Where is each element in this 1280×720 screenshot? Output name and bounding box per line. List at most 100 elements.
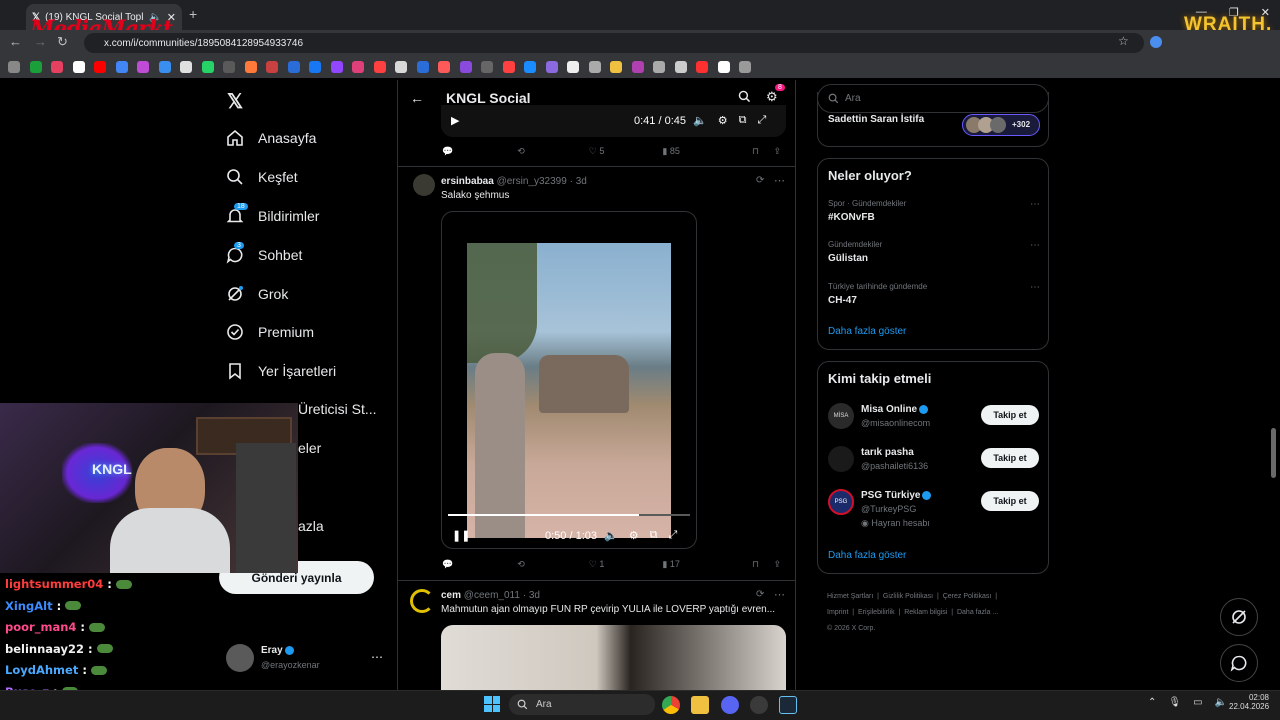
nav-home[interactable]: Anasayfa: [226, 129, 316, 147]
bookmark-favicon-icon[interactable]: [158, 61, 171, 73]
post3-media[interactable]: [441, 625, 786, 690]
bookmark-favicon-icon[interactable]: [567, 61, 579, 73]
system-tray[interactable]: ⌃ 🎙 ▭ 🔈: [1148, 697, 1227, 708]
bookmark-favicon-icon[interactable]: [631, 61, 644, 73]
clock[interactable]: 02:08 22.04.2026: [1229, 693, 1269, 711]
explorer-taskbar-icon[interactable]: [691, 696, 709, 714]
live-card[interactable]: Sadettin Saran İstifa +302: [817, 92, 1049, 147]
back-icon[interactable]: ←: [9, 34, 22, 49]
author-name[interactable]: ersinbabaa: [441, 176, 494, 187]
bookmark-favicon-icon[interactable]: [717, 61, 730, 73]
views-count[interactable]: ▮ 17: [662, 559, 679, 570]
bookmark-favicon-icon[interactable]: [244, 61, 257, 73]
bookmark-favicon-icon[interactable]: [115, 61, 128, 73]
messages-float-button[interactable]: [1220, 644, 1258, 682]
bookmark-favicon-icon[interactable]: [696, 61, 708, 73]
follow-suggestion[interactable]: tarık pasha @pashaileti6136 Takip et: [828, 445, 1040, 477]
video-controls[interactable]: 🔈 ⚙ ⧉ ⤢: [693, 114, 766, 127]
follow-suggestion[interactable]: MİSA Misa Online @misaonlinecom Takip et: [828, 402, 1040, 434]
share-icon[interactable]: ⇪: [773, 559, 781, 570]
popout-icon[interactable]: ⧉: [739, 114, 747, 127]
nav-creator-studio[interactable]: Üreticisi St...: [298, 401, 377, 417]
bookmark-favicon-icon[interactable]: [94, 61, 106, 73]
chevron-up-icon[interactable]: ⌃: [1148, 697, 1156, 708]
video-controls[interactable]: 🔈 ⚙ ⧉ ⤢: [604, 529, 677, 542]
nav-grok[interactable]: Grok: [226, 285, 288, 303]
nav-explore[interactable]: Keşfet: [226, 168, 298, 186]
footer-link[interactable]: Daha fazla ...: [957, 609, 998, 616]
more-icon[interactable]: ⋯: [1030, 199, 1040, 210]
show-more-trends-link[interactable]: Daha fazla göster: [828, 326, 906, 337]
settings-icon[interactable]: ⚙: [629, 529, 639, 542]
speaker-icon[interactable]: 🔈: [1215, 697, 1227, 708]
bookmark-favicon-icon[interactable]: [545, 61, 558, 73]
author-handle[interactable]: @ceem_011: [464, 590, 520, 601]
grok-post-icon[interactable]: ⟳: [756, 589, 764, 600]
bookmark-icon[interactable]: ⊓: [752, 559, 759, 570]
bookmark-favicon-icon[interactable]: [416, 61, 429, 73]
avatar[interactable]: [410, 589, 434, 613]
bookmark-favicon-icon[interactable]: [373, 61, 386, 73]
x-logo-icon[interactable]: 𝕏: [227, 89, 243, 114]
follow-suggestion[interactable]: PSG PSG Türkiye @TurkeyPSG ◉ Hayran hesa…: [828, 488, 1040, 532]
follow-button[interactable]: Takip et: [981, 491, 1039, 511]
trend-item[interactable]: Türkiye tarihinde gündemde CH-47 ⋯: [828, 282, 1040, 306]
url-field[interactable]: x.com/i/communities/1895084128954933746: [84, 33, 1144, 53]
reply-icon[interactable]: 💬: [442, 146, 453, 157]
bookmark-favicon-icon[interactable]: [502, 61, 515, 73]
bookmark-star-icon[interactable]: ☆: [1118, 34, 1129, 48]
video-progress-track[interactable]: [448, 514, 690, 516]
follow-button[interactable]: Takip et: [981, 448, 1039, 468]
grok-float-button[interactable]: [1220, 598, 1258, 636]
bookmark-favicon-icon[interactable]: [180, 61, 192, 73]
microphone-icon[interactable]: 🎙: [1168, 697, 1181, 708]
page-scrollbar[interactable]: [1271, 428, 1276, 478]
profile-switcher[interactable]: Eray @erayozkenar ⋯: [226, 644, 386, 674]
bookmark-favicon-icon[interactable]: [438, 61, 450, 73]
post2-video[interactable]: ❚❚ 0:50 / 1:03 🔈 ⚙ ⧉ ⤢: [441, 211, 697, 549]
reload-icon[interactable]: ↻: [57, 34, 68, 50]
bookmark-favicon-icon[interactable]: [201, 61, 214, 73]
footer-link[interactable]: Reklam bilgisi: [904, 609, 947, 616]
author-name[interactable]: cem: [441, 590, 461, 601]
bookmark-favicon-icon[interactable]: [459, 61, 472, 73]
bookmark-favicon-icon[interactable]: [524, 61, 536, 73]
bookmark-favicon-icon[interactable]: [739, 61, 751, 73]
footer-link[interactable]: Gizlilik Politikası: [883, 593, 933, 600]
bookmark-favicon-icon[interactable]: [8, 61, 20, 73]
pause-icon[interactable]: ❚❚: [452, 529, 470, 542]
taskbar-search[interactable]: Ara: [509, 694, 655, 715]
trend-item[interactable]: Gündemdekiler Gülistan ⋯: [828, 240, 1040, 264]
bookmark-favicon-icon[interactable]: [588, 61, 601, 73]
bookmark-favicon-icon[interactable]: [72, 61, 85, 73]
start-icon[interactable]: [484, 696, 500, 712]
bookmark-favicon-icon[interactable]: [309, 61, 321, 73]
fullscreen-icon[interactable]: ⤢: [757, 114, 766, 127]
bookmark-favicon-icon[interactable]: [610, 61, 622, 73]
more-icon[interactable]: ⋯: [1030, 282, 1040, 293]
avatar[interactable]: [413, 174, 435, 196]
nav-more[interactable]: azla: [298, 518, 324, 534]
bookmark-favicon-icon[interactable]: [266, 61, 278, 73]
bookmark-favicon-icon[interactable]: [674, 61, 687, 73]
bookmark-favicon-icon[interactable]: [51, 61, 63, 73]
like-button[interactable]: ♡ 5: [589, 146, 605, 157]
footer-link[interactable]: Hizmet Şartları: [827, 593, 873, 600]
nav-communities[interactable]: eler: [298, 440, 321, 456]
post-time[interactable]: 3d: [576, 176, 587, 187]
volume-icon[interactable]: 🔈: [604, 529, 618, 542]
share-icon[interactable]: ⇪: [773, 146, 781, 157]
repost-icon[interactable]: ⟲: [517, 146, 525, 157]
follow-button[interactable]: Takip et: [981, 405, 1039, 425]
display-icon[interactable]: ▭: [1193, 697, 1202, 708]
bookmark-favicon-icon[interactable]: [352, 61, 364, 73]
more-icon[interactable]: ⋯: [1030, 240, 1040, 251]
grok-post-icon[interactable]: ⟳: [756, 175, 764, 186]
bookmark-favicon-icon[interactable]: [287, 61, 300, 73]
reply-icon[interactable]: 💬: [442, 559, 453, 570]
more-icon[interactable]: ⋯: [371, 650, 383, 664]
bookmark-favicon-icon[interactable]: [223, 61, 235, 73]
trend-item[interactable]: Spor · Gündemdekiler #KONvFB ⋯: [828, 199, 1040, 223]
nav-bookmarks[interactable]: Yer İşaretleri: [226, 362, 336, 380]
bookmark-icon[interactable]: ⊓: [752, 146, 759, 157]
